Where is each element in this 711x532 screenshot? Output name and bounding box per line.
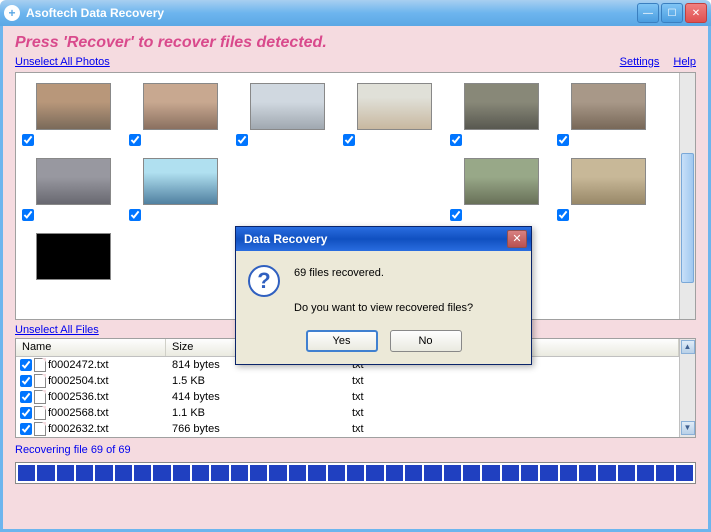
- photo-thumbnail: [36, 158, 111, 205]
- photo-thumbnail: [250, 83, 325, 130]
- dialog-line2: Do you want to view recovered files?: [294, 300, 473, 318]
- photo-item[interactable]: [143, 158, 218, 205]
- photo-checkbox[interactable]: [129, 134, 141, 146]
- scroll-up-icon[interactable]: ▲: [681, 340, 695, 354]
- photo-checkbox[interactable]: [450, 134, 462, 146]
- photo-thumbnail: [464, 158, 539, 205]
- help-link[interactable]: Help: [673, 56, 696, 68]
- file-name: f0002536.txt: [48, 391, 109, 403]
- dialog-line1: 69 files recovered.: [294, 265, 473, 283]
- photo-item[interactable]: [464, 83, 539, 130]
- main-content: Press 'Recover' to recover files detecte…: [0, 26, 711, 532]
- photo-thumbnail: [357, 83, 432, 130]
- file-checkbox[interactable]: [20, 423, 32, 435]
- question-icon: ?: [248, 265, 280, 297]
- file-size: 1.1 KB: [166, 407, 346, 419]
- no-button[interactable]: No: [390, 330, 462, 352]
- titlebar: + Asoftech Data Recovery — ☐ ✕: [0, 0, 711, 26]
- file-ext: txt: [346, 407, 486, 419]
- table-row[interactable]: f0002536.txt 414 bytes txt: [16, 389, 679, 405]
- file-ext: txt: [346, 375, 486, 387]
- photo-thumbnail: [464, 83, 539, 130]
- file-size: 766 bytes: [166, 423, 346, 435]
- file-checkbox[interactable]: [20, 359, 32, 371]
- file-size: 1.5 KB: [166, 375, 346, 387]
- photo-item[interactable]: [36, 83, 111, 130]
- file-name: f0002472.txt: [48, 359, 109, 371]
- file-ext: txt: [346, 423, 486, 435]
- file-icon: [34, 358, 46, 372]
- file-icon: [34, 422, 46, 436]
- photo-item[interactable]: [464, 158, 539, 205]
- table-row[interactable]: f0002632.txt 766 bytes txt: [16, 421, 679, 437]
- progress-bar: [15, 462, 696, 484]
- file-icon: [34, 390, 46, 404]
- photo-checkbox[interactable]: [557, 134, 569, 146]
- photo-thumbnail: [571, 158, 646, 205]
- photo-thumbnail: [143, 83, 218, 130]
- file-ext: txt: [346, 391, 486, 403]
- file-name: f0002568.txt: [48, 407, 109, 419]
- photo-item[interactable]: [357, 83, 432, 130]
- dialog-title: Data Recovery: [240, 232, 507, 246]
- scroll-down-icon[interactable]: ▼: [681, 421, 695, 435]
- app-icon: +: [4, 5, 20, 21]
- unselect-all-files-link[interactable]: Unselect All Files: [15, 324, 99, 336]
- close-button[interactable]: ✕: [685, 3, 707, 23]
- table-row[interactable]: f0002504.txt 1.5 KB txt: [16, 373, 679, 389]
- files-body: f0002472.txt 814 bytes txt f0002504.txt …: [16, 357, 679, 437]
- settings-link[interactable]: Settings: [620, 56, 660, 68]
- files-scrollbar[interactable]: ▲ ▼: [679, 339, 695, 437]
- photo-checkbox[interactable]: [129, 209, 141, 221]
- file-checkbox[interactable]: [20, 375, 32, 387]
- yes-button[interactable]: Yes: [306, 330, 378, 352]
- status-text: Recovering file 69 of 69: [15, 444, 696, 456]
- photo-checkbox[interactable]: [450, 209, 462, 221]
- photo-checkbox[interactable]: [22, 209, 34, 221]
- photo-item[interactable]: [250, 83, 325, 130]
- photo-item[interactable]: [36, 233, 111, 280]
- file-icon: [34, 374, 46, 388]
- file-name: f0002632.txt: [48, 423, 109, 435]
- table-row[interactable]: f0002568.txt 1.1 KB txt: [16, 405, 679, 421]
- dialog-titlebar: Data Recovery ✕: [236, 227, 531, 251]
- dialog: Data Recovery ✕ ? 69 files recovered. Do…: [235, 226, 532, 365]
- dialog-close-button[interactable]: ✕: [507, 230, 527, 248]
- column-header-name[interactable]: Name: [16, 339, 166, 356]
- photo-checkbox[interactable]: [236, 134, 248, 146]
- photos-scrollbar[interactable]: [679, 73, 695, 319]
- file-icon: [34, 406, 46, 420]
- scrollbar-thumb[interactable]: [681, 153, 694, 283]
- file-name: f0002504.txt: [48, 375, 109, 387]
- photo-checkbox[interactable]: [557, 209, 569, 221]
- minimize-button[interactable]: —: [637, 3, 659, 23]
- instruction-text: Press 'Recover' to recover files detecte…: [15, 34, 696, 52]
- photo-checkbox[interactable]: [22, 134, 34, 146]
- app-title: Asoftech Data Recovery: [26, 6, 637, 20]
- photo-item[interactable]: [36, 158, 111, 205]
- file-size: 414 bytes: [166, 391, 346, 403]
- photo-item[interactable]: [143, 83, 218, 130]
- photo-item[interactable]: [571, 158, 646, 205]
- photo-thumbnail: [36, 233, 111, 280]
- unselect-all-photos-link[interactable]: Unselect All Photos: [15, 56, 110, 68]
- photo-thumbnail: [143, 158, 218, 205]
- photo-thumbnail: [36, 83, 111, 130]
- file-checkbox[interactable]: [20, 407, 32, 419]
- photo-item[interactable]: [571, 83, 646, 130]
- photo-checkbox[interactable]: [343, 134, 355, 146]
- maximize-button[interactable]: ☐: [661, 3, 683, 23]
- file-checkbox[interactable]: [20, 391, 32, 403]
- photo-thumbnail: [571, 83, 646, 130]
- dialog-message: 69 files recovered. Do you want to view …: [294, 265, 473, 318]
